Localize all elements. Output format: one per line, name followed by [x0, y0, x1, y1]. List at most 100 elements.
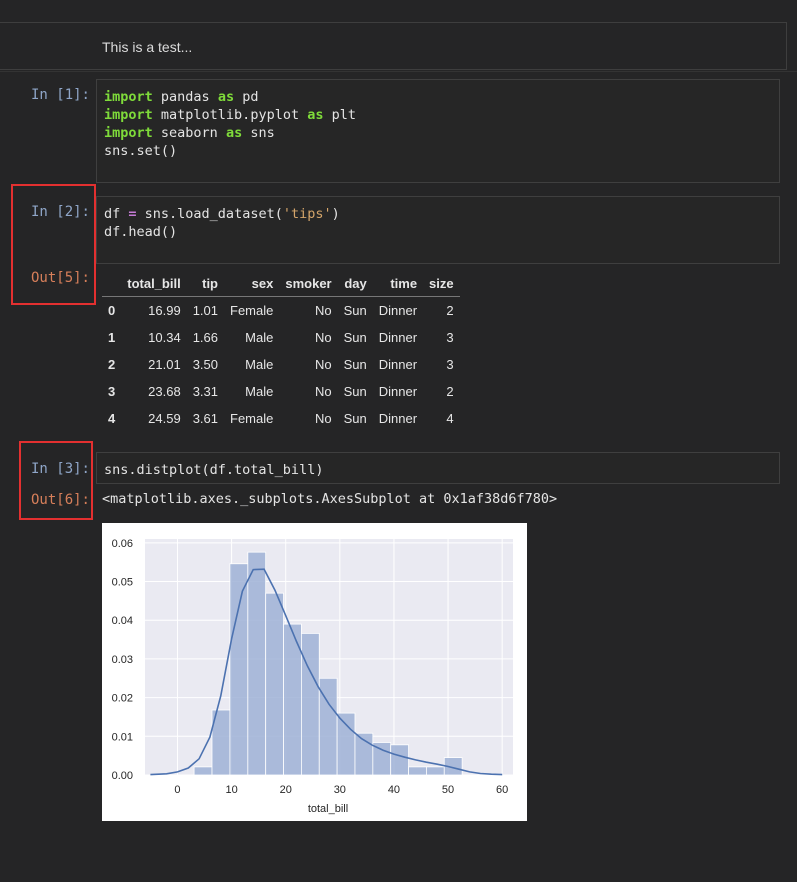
- x-tick-label: 60: [496, 784, 508, 796]
- code-token: import: [104, 107, 153, 123]
- table-cell: 3.61: [192, 411, 218, 426]
- y-tick-label: 0.05: [112, 577, 133, 589]
- table-cell: Dinner: [378, 411, 418, 426]
- x-tick-label: 40: [388, 784, 400, 796]
- table-cell: Dinner: [378, 303, 418, 318]
- table-cell: 24.59: [148, 411, 181, 426]
- in-prompt-1: In [1]:: [30, 87, 90, 103]
- code-token: =: [128, 206, 137, 222]
- table-cell: 3: [446, 357, 454, 372]
- histogram-bar: [408, 766, 427, 776]
- code-token: as: [307, 107, 324, 123]
- table-cell: Dinner: [378, 330, 418, 345]
- table-cell: 3.31: [192, 384, 218, 399]
- y-tick-label: 0.01: [112, 731, 133, 743]
- y-tick-label: 0.04: [112, 615, 133, 627]
- out-prompt-2: Out[5]:: [30, 270, 90, 286]
- column-header: smoker: [279, 270, 338, 297]
- markdown-text: This is a test...: [102, 39, 193, 55]
- markdown-cell[interactable]: This is a test...: [0, 22, 787, 70]
- code-token: as: [217, 89, 235, 105]
- out-prompt-3: Out[6]:: [30, 492, 90, 508]
- row-index: 2: [108, 357, 116, 372]
- column-header: time: [372, 270, 424, 297]
- table-row: 1 10.34 1.66 Male No Sun Dinner 3: [102, 324, 460, 351]
- table-cell: Sun: [343, 411, 367, 426]
- table-cell: Female: [230, 303, 274, 318]
- column-header: sex: [224, 270, 280, 297]
- table-cell: No: [314, 357, 332, 372]
- x-tick-label: 50: [442, 784, 454, 796]
- row-index: 0: [108, 303, 116, 318]
- code-token: plt: [323, 107, 356, 123]
- row-index: 1: [108, 330, 116, 345]
- code-token: pandas: [152, 89, 218, 105]
- code-token: sns.set(): [104, 143, 178, 159]
- code-token: pd: [234, 89, 259, 105]
- table-cell: 23.68: [148, 384, 181, 399]
- table-cell: No: [314, 384, 332, 399]
- code-cell-1[interactable]: import pandas as pd import matplotlib.pyp…: [96, 79, 780, 183]
- table-cell: Male: [245, 357, 274, 372]
- table-cell: 2: [446, 384, 454, 399]
- in-prompt-3: In [3]:: [30, 461, 90, 477]
- y-tick-label: 0.03: [112, 654, 133, 666]
- table-cell: 3.50: [192, 357, 218, 372]
- table-cell: Male: [245, 330, 274, 345]
- code-token: 'tips': [282, 206, 332, 222]
- code-token: sns: [242, 125, 275, 141]
- code-line: import seaborn as sns: [104, 124, 779, 142]
- table-cell: 10.34: [148, 330, 181, 345]
- table-cell: No: [314, 411, 332, 426]
- table-cell: Dinner: [378, 384, 418, 399]
- row-index: 4: [108, 411, 116, 426]
- column-header: day: [337, 270, 373, 297]
- table-cell: Sun: [343, 303, 367, 318]
- code-token: import: [104, 89, 153, 105]
- table-cell: 4: [446, 411, 454, 426]
- code-token: as: [225, 125, 243, 141]
- in-prompt-2: In [2]:: [30, 204, 90, 220]
- x-tick-label: 20: [280, 784, 292, 796]
- table-cell: 21.01: [148, 357, 181, 372]
- code-token: matplotlib.pyplot: [152, 107, 308, 123]
- x-tick-label: 30: [334, 784, 346, 796]
- code-token: sns.distplot(df.total_bill): [104, 462, 324, 478]
- table-cell: 1.66: [192, 330, 218, 345]
- histogram-bar: [390, 744, 409, 776]
- table-cell: No: [314, 303, 332, 318]
- histogram-bar: [300, 633, 320, 776]
- code-token: import: [104, 125, 153, 141]
- table-row: 3 23.68 3.31 Male No Sun Dinner 2: [102, 378, 460, 405]
- code-line: import matplotlib.pyplot as plt: [104, 106, 779, 124]
- table-cell: Sun: [343, 384, 367, 399]
- column-header: total_bill: [121, 270, 187, 297]
- histogram-bar: [426, 766, 445, 776]
- table-cell: No: [314, 330, 332, 345]
- table-cell: 3: [446, 330, 454, 345]
- x-tick-label: 10: [225, 784, 237, 796]
- table-row: 2 21.01 3.50 Male No Sun Dinner 3: [102, 351, 460, 378]
- code-cell-2[interactable]: df = sns.load_dataset('tips') df.head(): [96, 196, 780, 264]
- row-index: 3: [108, 384, 116, 399]
- x-axis-label: total_bill: [308, 803, 348, 815]
- histogram-bar: [336, 712, 356, 776]
- table-row: 0 16.99 1.01 Female No Sun Dinner 2: [102, 297, 460, 325]
- y-tick-label: 0.06: [112, 538, 133, 550]
- highlight-box-cell-2: [11, 184, 96, 305]
- cell-separator: [0, 71, 797, 72]
- table-cell: 2: [446, 303, 454, 318]
- code-line: df.head(): [104, 223, 779, 241]
- code-token: df.head(): [104, 224, 178, 240]
- code-token: ): [331, 206, 340, 222]
- output-text: <matplotlib.axes._subplots.AxesSubplot a…: [102, 491, 558, 507]
- table-row: 4 24.59 3.61 Female No Sun Dinner 4: [102, 405, 460, 432]
- code-line: import pandas as pd: [104, 88, 779, 106]
- table-cell: Female: [230, 411, 274, 426]
- table-cell: Sun: [343, 330, 367, 345]
- table-cell: 1.01: [192, 303, 218, 318]
- table-header-row: total_bill tip sex smoker day time size: [102, 270, 460, 297]
- code-token: df: [104, 206, 129, 222]
- code-cell-3[interactable]: sns.distplot(df.total_bill): [96, 452, 780, 484]
- histogram-bar: [193, 766, 213, 776]
